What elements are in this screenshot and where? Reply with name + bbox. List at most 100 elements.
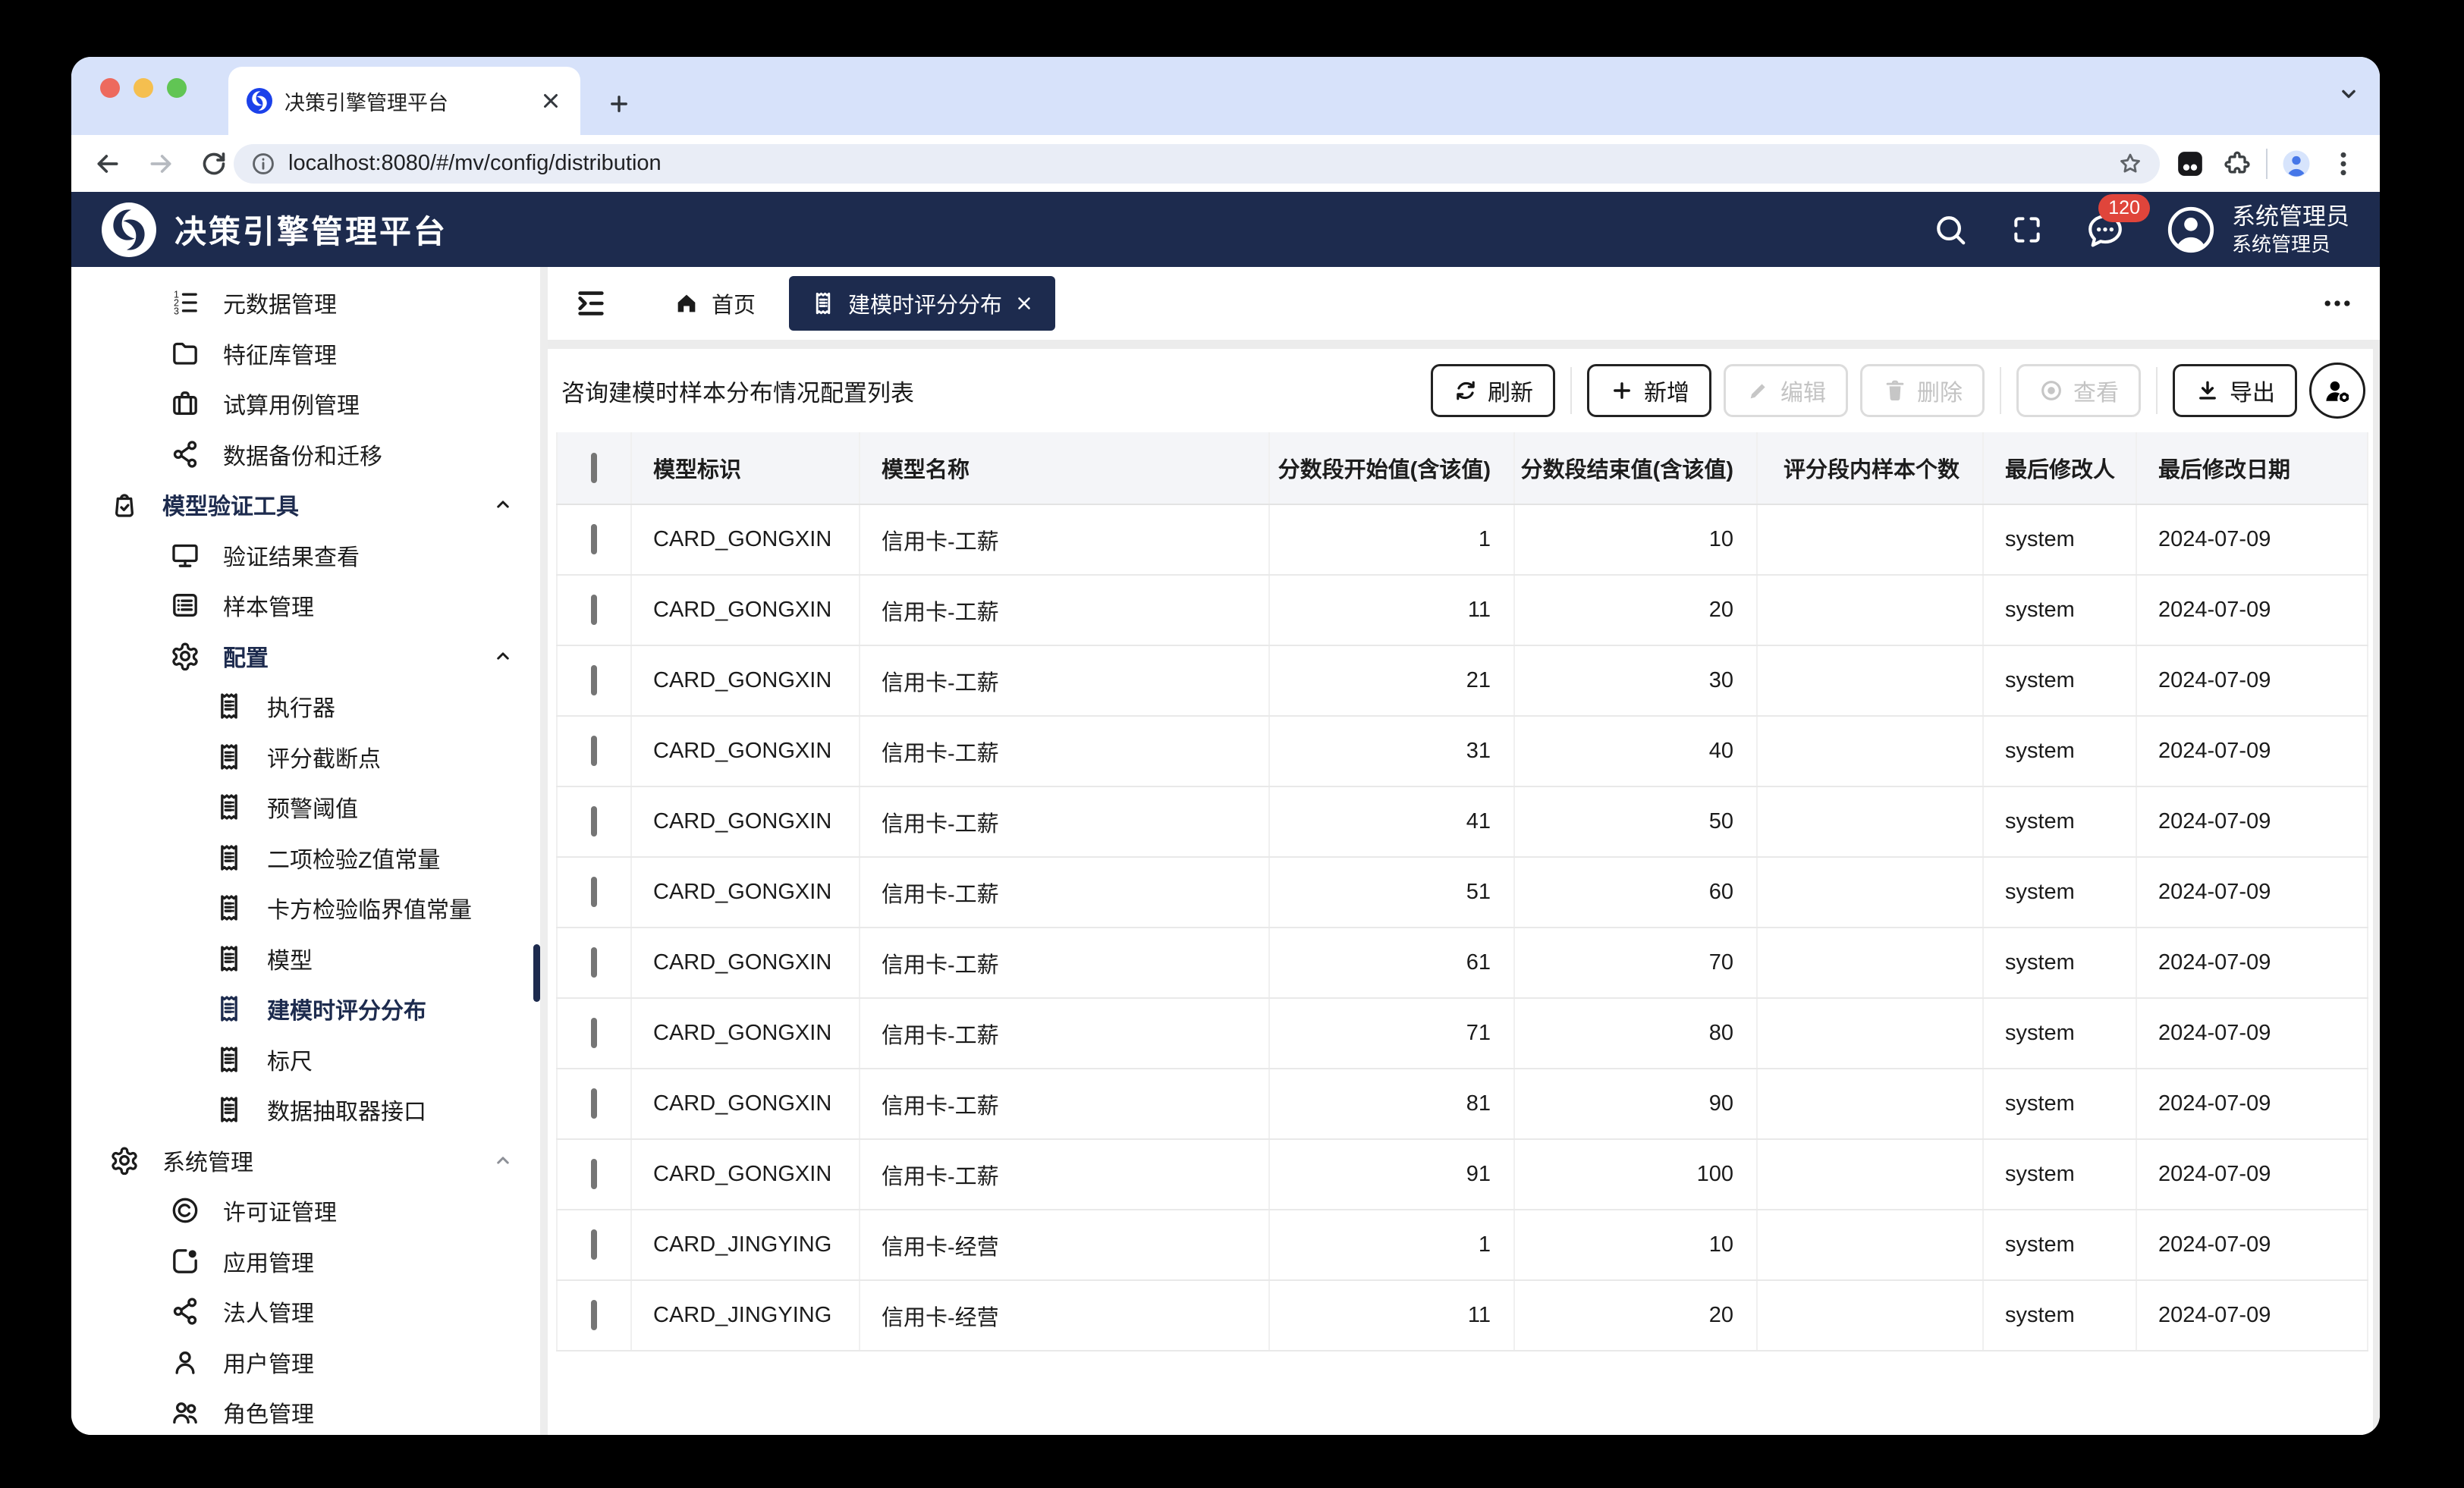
chevron-up-icon[interactable]: [492, 645, 514, 667]
address-bar[interactable]: localhost:8080/#/mv/config/distribution: [234, 144, 2160, 184]
reload-icon[interactable]: [199, 149, 229, 179]
row-checkbox[interactable]: [591, 806, 597, 837]
zoom-window-button[interactable]: [167, 78, 187, 98]
sidebar-scrollbar-thumb[interactable]: [533, 944, 540, 1002]
extension-shortcut-icon[interactable]: [2175, 149, 2205, 179]
fullscreen-icon[interactable]: [2010, 213, 2044, 246]
sidebar-item-sample-mgmt[interactable]: 样本管理: [71, 580, 540, 631]
table-row[interactable]: CARD_GONGXIN 信用卡-工薪 51 60 system 2024-07…: [557, 857, 2368, 928]
receipt-icon: [214, 893, 244, 923]
sidebar-item-warning-threshold[interactable]: 预警阈值: [71, 782, 540, 833]
sidebar-item-feature-lib-mgmt[interactable]: 特征库管理: [71, 328, 540, 379]
browser-tab[interactable]: 决策引擎管理平台: [228, 67, 580, 135]
row-checkbox[interactable]: [591, 1018, 597, 1048]
table-row[interactable]: CARD_JINGYING 信用卡-经营 1 10 system 2024-07…: [557, 1210, 2368, 1280]
sidebar-item-license-mgmt[interactable]: 许可证管理: [71, 1185, 540, 1236]
sidebar-item-app-mgmt[interactable]: 应用管理: [71, 1236, 540, 1287]
bookmark-star-icon[interactable]: [2117, 151, 2143, 177]
sidebar-item-trial-case-mgmt[interactable]: 试算用例管理: [71, 378, 540, 429]
sidebar-item-model-validation-tools[interactable]: 模型验证工具: [71, 479, 540, 530]
table-row[interactable]: CARD_GONGXIN 信用卡-工薪 31 40 system 2024-07…: [557, 716, 2368, 786]
row-checkbox[interactable]: [591, 595, 597, 625]
back-icon[interactable]: [93, 149, 123, 179]
row-checkbox[interactable]: [591, 1300, 597, 1330]
cell-modified-by: system: [1983, 575, 2136, 645]
minimize-window-button[interactable]: [134, 78, 153, 98]
table-row[interactable]: CARD_GONGXIN 信用卡-工薪 71 80 system 2024-07…: [557, 998, 2368, 1069]
collapse-sidebar-icon[interactable]: [574, 286, 608, 321]
more-options-icon[interactable]: [2321, 287, 2354, 320]
sidebar-item-chisquare-critical-constant[interactable]: 卡方检验临界值常量: [71, 883, 540, 934]
extensions-puzzle-icon[interactable]: [2222, 149, 2252, 179]
browser-menu-kebab-icon[interactable]: [2328, 149, 2359, 179]
sidebar-item-score-cutoff[interactable]: 评分截断点: [71, 732, 540, 783]
export-button[interactable]: 导出: [2173, 364, 2297, 417]
tab-modeling-score-distribution[interactable]: 建模时评分分布: [789, 276, 1055, 331]
sidebar-item-user-mgmt[interactable]: 用户管理: [71, 1337, 540, 1388]
sidebar-item-data-extraction-interface[interactable]: 数据抽取器接口: [71, 1085, 540, 1135]
table-row[interactable]: CARD_JINGYING 信用卡-经营 11 20 system 2024-0…: [557, 1280, 2368, 1351]
refresh-button[interactable]: 刷新: [1431, 364, 1555, 417]
table-row[interactable]: CARD_GONGXIN 信用卡-工薪 91 100 system 2024-0…: [557, 1139, 2368, 1210]
pencil-icon: [1746, 378, 1771, 403]
add-button[interactable]: 新增: [1587, 364, 1711, 417]
table-row[interactable]: CARD_GONGXIN 信用卡-工薪 11 20 system 2024-07…: [557, 575, 2368, 645]
user-info[interactable]: 系统管理员 系统管理员: [2232, 205, 2349, 254]
chevron-up-icon[interactable]: [492, 1149, 514, 1172]
sidebar-item-legal-entity-mgmt[interactable]: 法人管理: [71, 1286, 540, 1337]
button-group-separator: [2000, 367, 2001, 414]
sidebar-item-system-mgmt[interactable]: 系统管理: [71, 1135, 540, 1186]
sidebar-item-config[interactable]: 配置: [71, 631, 540, 682]
table-row[interactable]: CARD_GONGXIN 信用卡-工薪 81 90 system 2024-07…: [557, 1069, 2368, 1139]
tab-search-icon[interactable]: [2336, 81, 2362, 107]
sidebar-item-validation-result-view[interactable]: 验证结果查看: [71, 530, 540, 581]
user-permission-button[interactable]: [2309, 363, 2365, 419]
close-tab-icon[interactable]: [539, 89, 562, 112]
tab-home-label: 首页: [712, 287, 756, 319]
row-checkbox[interactable]: [591, 1088, 597, 1119]
sidebar-item-executor[interactable]: 执行器: [71, 681, 540, 732]
sidebar-item-role-mgmt[interactable]: 角色管理: [71, 1387, 540, 1435]
table-row[interactable]: CARD_GONGXIN 信用卡-工薪 41 50 system 2024-07…: [557, 786, 2368, 857]
receipt-icon: [214, 691, 244, 721]
chevron-up-icon[interactable]: [492, 493, 514, 516]
row-checkbox[interactable]: [591, 1229, 597, 1260]
briefcase-icon: [170, 388, 200, 419]
select-all-checkbox[interactable]: [591, 453, 597, 483]
sidebar-item-metadata-mgmt[interactable]: 元数据管理: [71, 278, 540, 328]
sidebar-item-modeling-score-distribution[interactable]: 建模时评分分布: [71, 984, 540, 1034]
row-checkbox[interactable]: [591, 947, 597, 978]
cell-segment-start: 31: [1269, 716, 1514, 786]
table-row[interactable]: CARD_GONGXIN 信用卡-工薪 1 10 system 2024-07-…: [557, 504, 2368, 575]
sidebar-item-model[interactable]: 模型: [71, 934, 540, 984]
close-window-button[interactable]: [100, 78, 120, 98]
cell-model-name: 信用卡-工薪: [860, 928, 1269, 998]
notifications[interactable]: 120: [2086, 211, 2124, 249]
browser-profile-avatar[interactable]: [2281, 149, 2312, 179]
table-row[interactable]: CARD_GONGXIN 信用卡-工薪 61 70 system 2024-07…: [557, 928, 2368, 998]
view-button[interactable]: 查看: [2016, 364, 2141, 417]
row-checkbox[interactable]: [591, 524, 597, 554]
sidebar-item-label: 元数据管理: [223, 286, 337, 319]
cell-segment-start: 21: [1269, 645, 1514, 716]
site-info-icon[interactable]: [250, 151, 276, 177]
close-tab-icon[interactable]: [1014, 294, 1034, 313]
table-row[interactable]: CARD_GONGXIN 信用卡-工薪 21 30 system 2024-07…: [557, 645, 2368, 716]
user-avatar-icon[interactable]: [2167, 206, 2215, 254]
row-checkbox[interactable]: [591, 877, 597, 907]
delete-button[interactable]: 删除: [1860, 364, 1985, 417]
sidebar-item-label: 卡方检验临界值常量: [267, 891, 472, 925]
sidebar-item-data-backup-migration[interactable]: 数据备份和迁移: [71, 429, 540, 480]
users-icon: [170, 1397, 200, 1427]
search-icon[interactable]: [1933, 212, 1968, 247]
row-checkbox[interactable]: [591, 1159, 597, 1189]
new-tab-button[interactable]: [606, 91, 632, 117]
sidebar-item-ruler[interactable]: 标尺: [71, 1034, 540, 1085]
row-checkbox[interactable]: [591, 665, 597, 695]
tab-home[interactable]: 首页: [674, 287, 756, 319]
edit-button[interactable]: 编辑: [1724, 364, 1848, 417]
cell-model-id: CARD_GONGXIN: [631, 1139, 860, 1210]
forward-icon[interactable]: [146, 149, 176, 179]
row-checkbox[interactable]: [591, 736, 597, 766]
sidebar-item-binomial-z-constant[interactable]: 二项检验Z值常量: [71, 833, 540, 884]
